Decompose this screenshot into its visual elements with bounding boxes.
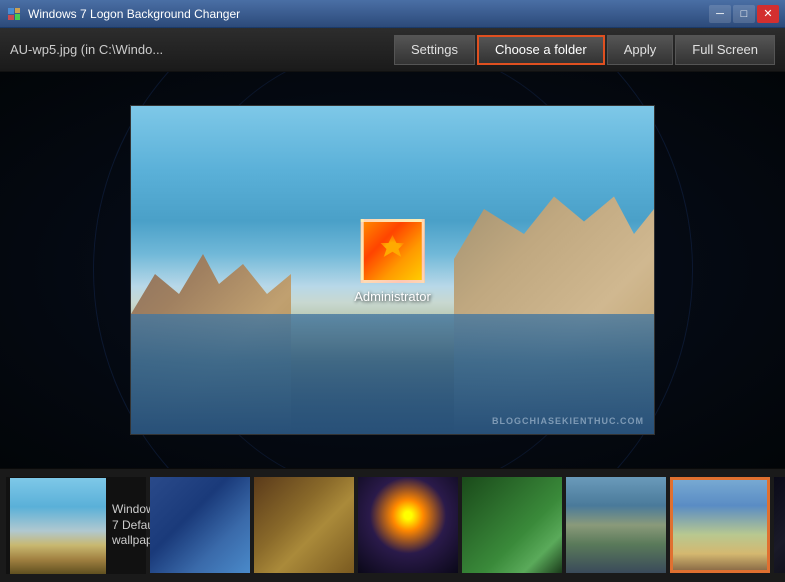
watermark: BLOGCHIASEKIENTHUC.COM: [492, 416, 644, 426]
thumbnail-image: [462, 477, 562, 573]
list-item[interactable]: [566, 477, 666, 573]
preview-window: Administrator BLOGCHIASEKIENTHUC.COM: [130, 105, 655, 435]
toolbar: AU-wp5.jpg (in C:\Windo... Settings Choo…: [0, 28, 785, 72]
apply-button[interactable]: Apply: [607, 35, 674, 65]
thumbnail-strip: Windows 7 Default wallpaper: [0, 468, 785, 582]
minimize-button[interactable]: ─: [709, 5, 731, 23]
main-preview-area: Administrator BLOGCHIASEKIENTHUC.COM: [0, 72, 785, 468]
choose-folder-button[interactable]: Choose a folder: [477, 35, 605, 65]
thumbnail-image: [254, 477, 354, 573]
app-icon: [6, 6, 22, 22]
user-area: Administrator: [354, 219, 431, 304]
preview-container: Administrator BLOGCHIASEKIENTHUC.COM: [130, 105, 655, 435]
maximize-button[interactable]: □: [733, 5, 755, 23]
list-item[interactable]: [150, 477, 250, 573]
list-item[interactable]: [774, 477, 785, 573]
title-controls: ─ □ ✕: [709, 5, 779, 23]
thumbnail-image: [358, 477, 458, 573]
list-item[interactable]: [358, 477, 458, 573]
fullscreen-button[interactable]: Full Screen: [675, 35, 775, 65]
thumbnail-image: [566, 477, 666, 573]
title-bar-left: Windows 7 Logon Background Changer: [6, 6, 240, 22]
title-bar: Windows 7 Logon Background Changer ─ □ ✕: [0, 0, 785, 28]
thumbnail-default-image: [10, 478, 106, 574]
thumbnail-default[interactable]: Windows 7 Default wallpaper: [6, 477, 146, 574]
settings-button[interactable]: Settings: [394, 35, 475, 65]
thumbnail-image: [774, 477, 785, 573]
list-item[interactable]: [670, 477, 770, 573]
list-item[interactable]: [462, 477, 562, 573]
app-title: Windows 7 Logon Background Changer: [28, 7, 240, 21]
file-label: AU-wp5.jpg (in C:\Windo...: [10, 42, 201, 57]
user-name: Administrator: [354, 289, 431, 304]
user-avatar: [360, 219, 424, 283]
close-button[interactable]: ✕: [757, 5, 779, 23]
thumbnail-image: [150, 477, 250, 573]
list-item[interactable]: [254, 477, 354, 573]
thumbnail-image: [670, 477, 770, 573]
